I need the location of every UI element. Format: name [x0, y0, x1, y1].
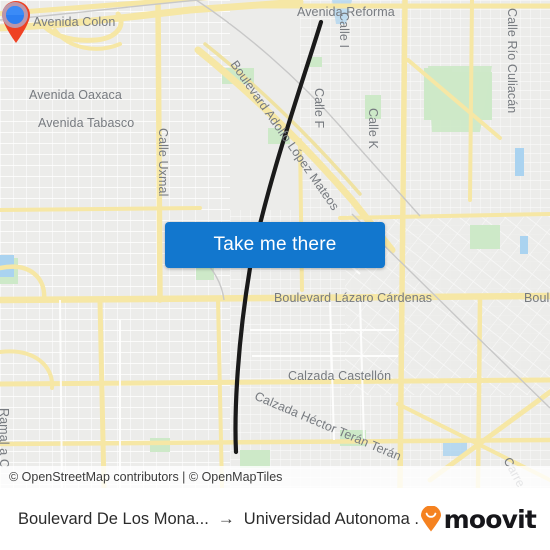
- moovit-brand[interactable]: moovit: [420, 504, 537, 534]
- map-attribution: © OpenStreetMap contributors | © OpenMap…: [0, 466, 550, 488]
- arrow-icon: →: [217, 509, 235, 528]
- trip-destination-label: Universidad Autonoma ...: [243, 509, 420, 528]
- origin-dot-icon[interactable]: [0, 0, 30, 30]
- moovit-map-screen: Avenida Colon Avenida Oaxaca Avenida Tabas…: [0, 0, 550, 550]
- trip-footer: Boulevard De Los Mona... → Universidad A…: [0, 488, 550, 550]
- take-me-there-button[interactable]: Take me there: [165, 222, 385, 268]
- moovit-pin-icon: [420, 506, 441, 532]
- trip-summary[interactable]: Boulevard De Los Mona... → Universidad A…: [18, 509, 420, 529]
- map-canvas[interactable]: Avenida Colon Avenida Oaxaca Avenida Tabas…: [0, 0, 550, 488]
- trip-origin-label: Boulevard De Los Mona...: [18, 509, 209, 528]
- moovit-wordmark: moovit: [443, 504, 537, 534]
